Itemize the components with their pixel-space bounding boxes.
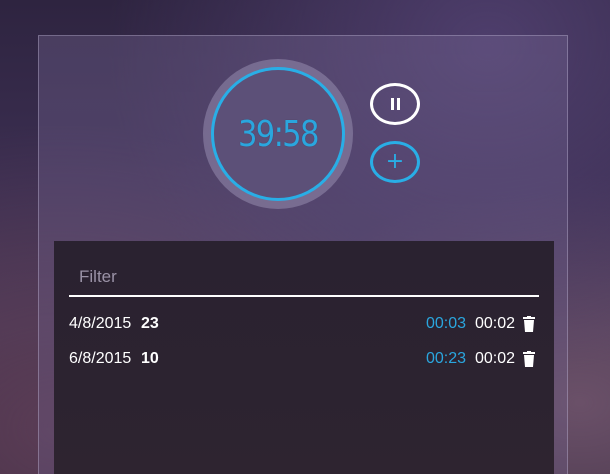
entry-time-b: 00:02 — [474, 350, 515, 367]
history-panel: 4/8/2015 23 00:03 00:02 6/8/2015 10 00:2… — [54, 241, 554, 474]
entry-time-a: 00:23 — [425, 350, 466, 367]
entry-date: 4/8/2015 — [69, 315, 132, 332]
trash-icon[interactable] — [523, 316, 535, 332]
entry-date: 6/8/2015 — [69, 350, 132, 367]
add-button[interactable]: + — [370, 141, 420, 183]
filter-input[interactable] — [69, 259, 539, 297]
pause-icon — [390, 98, 400, 110]
list-item: 6/8/2015 10 00:23 00:02 — [69, 348, 539, 372]
timer-face: 39:58 — [211, 67, 345, 201]
pause-button[interactable] — [370, 83, 420, 125]
entry-count: 23 — [141, 315, 159, 332]
timer-ring: 39:58 — [203, 59, 353, 209]
trash-icon[interactable] — [523, 351, 535, 367]
timer-display: 39:58 — [238, 113, 319, 155]
list-item: 4/8/2015 23 00:03 00:02 — [69, 313, 539, 337]
entry-time-a: 00:03 — [425, 315, 466, 332]
plus-icon: + — [385, 149, 405, 174]
entry-time-b: 00:02 — [474, 315, 515, 332]
entry-count: 10 — [141, 350, 159, 367]
